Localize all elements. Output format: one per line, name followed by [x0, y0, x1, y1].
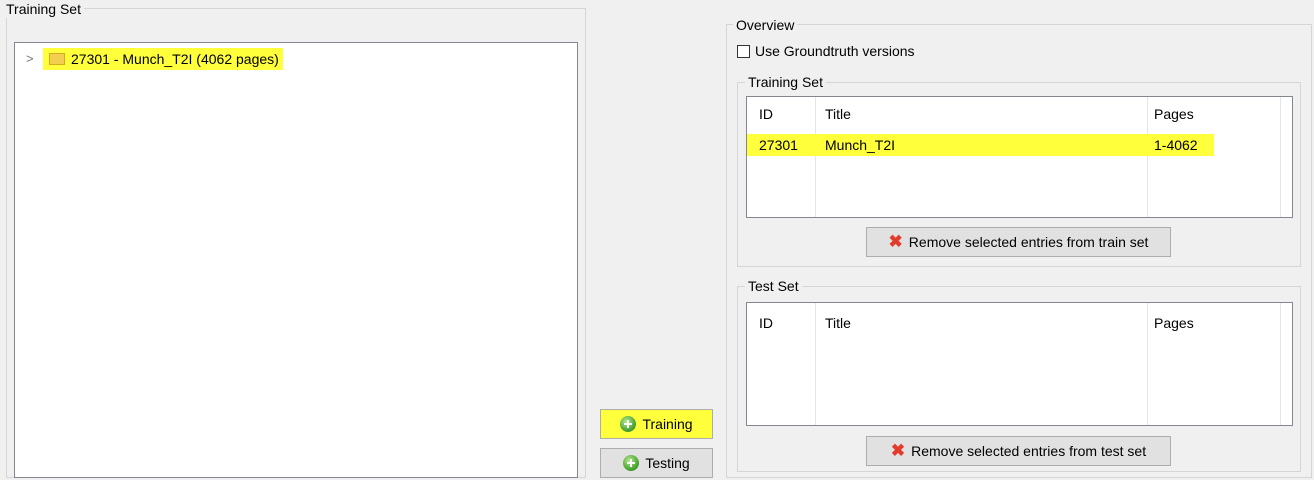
- test-set-table[interactable]: ID Title Pages: [746, 302, 1293, 426]
- column-header-pages[interactable]: Pages: [1154, 312, 1194, 334]
- training-set-group-title: Training Set: [0, 0, 84, 18]
- folder-icon: [49, 53, 65, 65]
- tree-node-27301[interactable]: 27301 - Munch_T2I (4062 pages): [43, 48, 283, 70]
- column-header-id[interactable]: ID: [759, 103, 773, 125]
- tree-node-label: 27301 - Munch_T2I (4062 pages): [71, 51, 279, 67]
- remove-x-icon: ✖: [888, 232, 903, 251]
- training-button[interactable]: Training: [600, 409, 713, 439]
- testing-button[interactable]: Testing: [600, 448, 713, 478]
- row-id: 27301: [759, 137, 798, 153]
- row-pages: 1-4062: [1154, 137, 1198, 153]
- add-icon: [623, 455, 640, 471]
- use-groundtruth-label[interactable]: Use Groundtruth versions: [755, 43, 915, 59]
- use-groundtruth-checkbox[interactable]: [737, 45, 750, 58]
- column-header-pages[interactable]: Pages: [1154, 103, 1194, 125]
- overview-test-set-title: Test Set: [745, 277, 802, 295]
- column-header-title[interactable]: Title: [825, 103, 851, 125]
- chevron-right-icon[interactable]: >: [26, 51, 34, 66]
- add-icon: [620, 416, 637, 432]
- row-title: Munch_T2I: [825, 137, 896, 153]
- table-row[interactable]: 27301 Munch_T2I 1-4062: [747, 134, 1214, 156]
- testing-button-label: Testing: [645, 455, 690, 471]
- column-header-title[interactable]: Title: [825, 312, 851, 334]
- remove-from-test-set-label: Remove selected entries from test set: [911, 443, 1147, 459]
- training-button-label: Training: [642, 416, 693, 432]
- table-header: ID Title Pages: [747, 103, 1292, 125]
- remove-from-test-set-button[interactable]: ✖ Remove selected entries from test set: [866, 436, 1171, 466]
- overview-training-set-title: Training Set: [745, 73, 826, 91]
- column-header-id[interactable]: ID: [759, 312, 773, 334]
- training-set-table[interactable]: ID Title Pages 27301 Munch_T2I 1-4062: [746, 96, 1293, 218]
- remove-from-train-set-label: Remove selected entries from train set: [908, 234, 1149, 250]
- overview-group-title: Overview: [733, 16, 798, 34]
- remove-x-icon: ✖: [890, 441, 906, 460]
- table-header: ID Title Pages: [747, 312, 1292, 334]
- remove-from-train-set-button[interactable]: ✖ Remove selected entries from train set: [866, 227, 1171, 257]
- training-set-tree[interactable]: > 27301 - Munch_T2I (4062 pages): [14, 42, 578, 478]
